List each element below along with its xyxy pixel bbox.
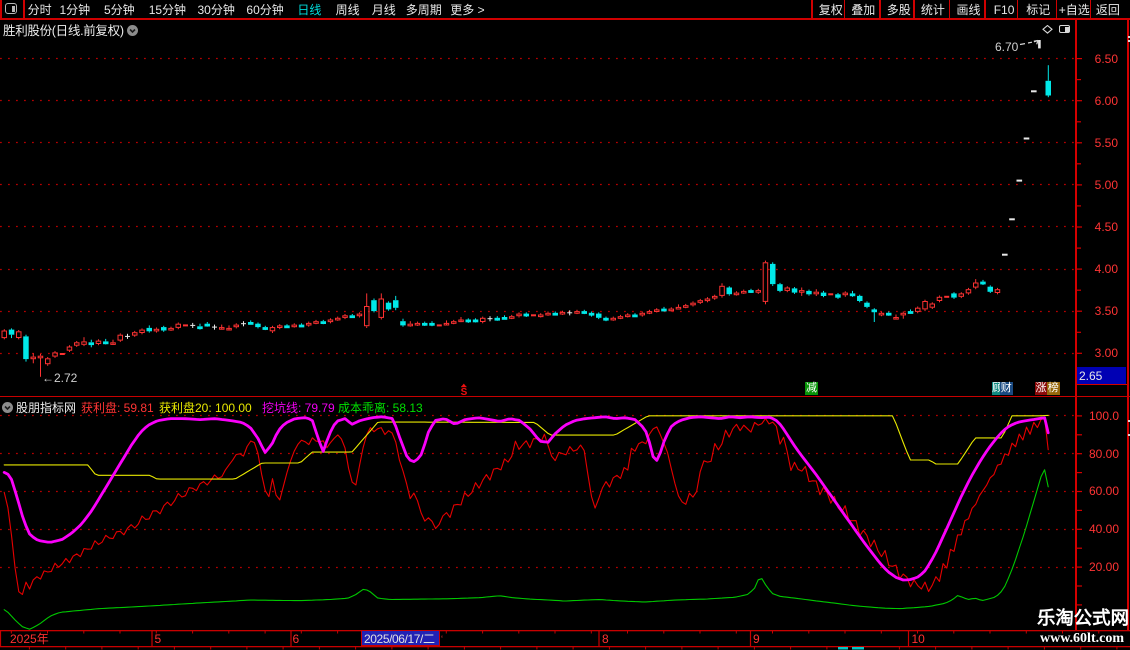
svg-text:S: S: [461, 387, 468, 396]
